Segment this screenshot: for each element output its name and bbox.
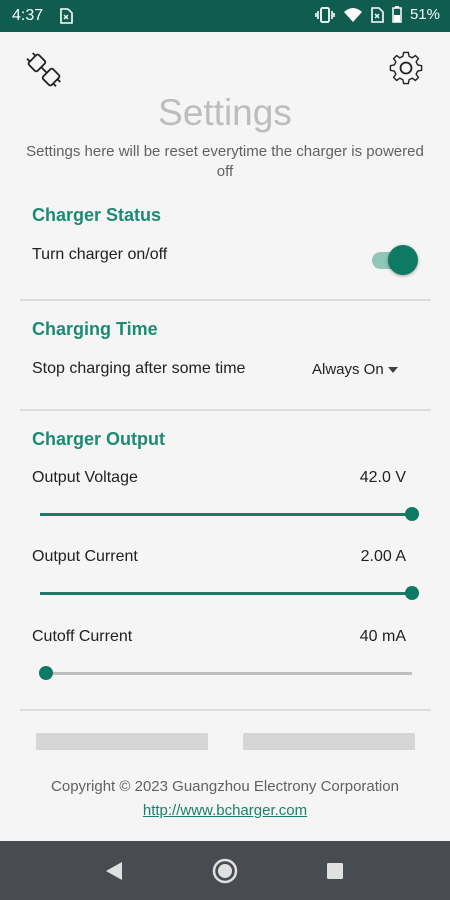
cutoff-current-label: Cutoff Current bbox=[32, 628, 133, 645]
output-current-label: Output Current bbox=[32, 548, 138, 565]
section-title-charging-time: Charging Time bbox=[32, 319, 158, 339]
output-current-slider[interactable] bbox=[40, 583, 419, 603]
status-icons: 51% bbox=[315, 6, 440, 23]
vibrate-icon bbox=[315, 6, 335, 23]
slider-fill bbox=[40, 592, 412, 595]
website-link[interactable]: http://www.bcharger.com bbox=[0, 802, 450, 819]
status-time: 4:37 bbox=[12, 7, 44, 24]
charging-time-label: Stop charging after some time bbox=[32, 360, 246, 377]
slider-thumb[interactable] bbox=[405, 586, 419, 600]
copyright-text: Copyright © 2023 Guangzhou Electrony Cor… bbox=[51, 778, 399, 795]
cutoff-current-slider[interactable] bbox=[39, 663, 412, 683]
slider-thumb[interactable] bbox=[405, 507, 419, 521]
gear-icon[interactable] bbox=[386, 48, 426, 88]
divider bbox=[20, 709, 431, 711]
cutoff-current-value: 40 mA bbox=[359, 628, 406, 645]
output-voltage-slider[interactable] bbox=[40, 504, 419, 524]
back-icon[interactable] bbox=[98, 855, 130, 887]
charging-time-selected: Always On bbox=[312, 361, 384, 378]
navigation-bar bbox=[0, 841, 450, 900]
output-voltage-value: 42.0 V bbox=[359, 469, 406, 486]
recents-icon[interactable] bbox=[319, 855, 351, 887]
action-button-right[interactable] bbox=[243, 733, 415, 750]
page-subtitle: Settings here will be reset everytime th… bbox=[26, 143, 424, 180]
slider-fill bbox=[40, 513, 412, 516]
page-title: Settings bbox=[158, 92, 292, 133]
plug-icon[interactable] bbox=[24, 50, 64, 90]
dropdown-caret-icon bbox=[387, 367, 398, 373]
output-voltage-label: Output Voltage bbox=[32, 469, 138, 486]
charger-toggle[interactable] bbox=[370, 243, 420, 277]
charging-time-dropdown[interactable]: Always On bbox=[312, 361, 398, 378]
section-title-charger-status: Charger Status bbox=[32, 205, 162, 225]
output-current-value: 2.00 A bbox=[360, 548, 406, 565]
no-sim-icon bbox=[371, 6, 384, 23]
slider-track bbox=[46, 672, 412, 675]
toggle-thumb bbox=[388, 245, 418, 275]
status-bar: 4:37 51% bbox=[0, 0, 450, 32]
slider-thumb[interactable] bbox=[39, 666, 53, 680]
action-button-left[interactable] bbox=[36, 733, 208, 750]
battery-percent: 51% bbox=[409, 6, 440, 23]
sim-card-icon bbox=[59, 8, 73, 24]
charger-toggle-label: Turn charger on/off bbox=[32, 246, 168, 263]
divider bbox=[20, 409, 431, 411]
wifi-icon bbox=[343, 7, 363, 23]
section-title-charger-output: Charger Output bbox=[32, 429, 165, 449]
home-icon[interactable] bbox=[209, 855, 241, 887]
divider bbox=[20, 299, 431, 301]
battery-icon bbox=[392, 6, 402, 23]
